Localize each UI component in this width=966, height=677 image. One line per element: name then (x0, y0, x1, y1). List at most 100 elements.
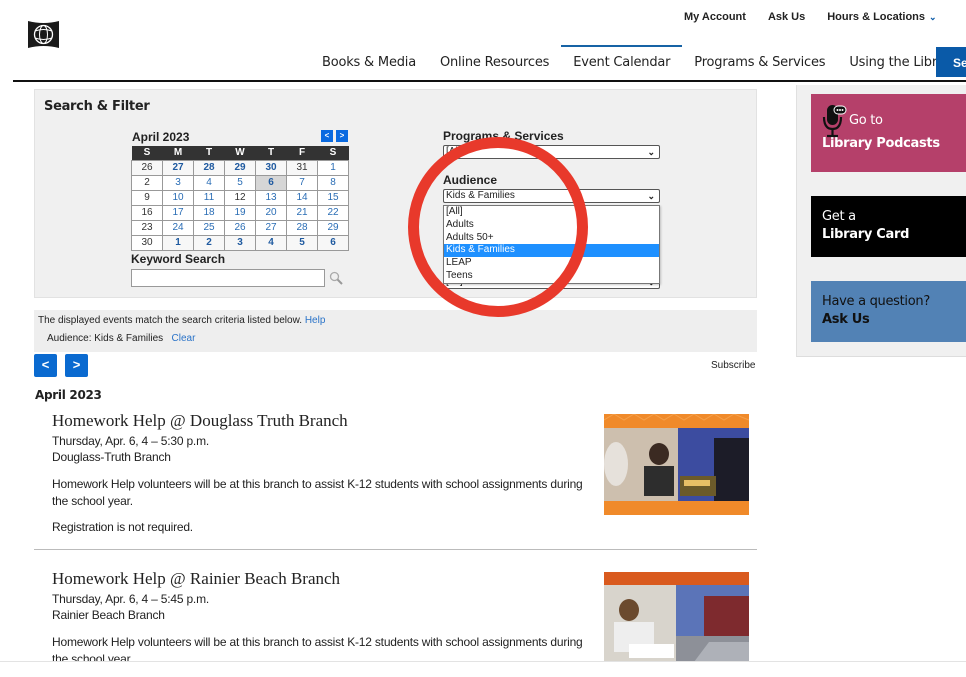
calendar-day[interactable]: 26 (224, 219, 256, 236)
calendar-day[interactable]: 3 (224, 234, 256, 251)
event-item: Homework Help @ Douglass Truth Branch Th… (52, 411, 612, 534)
nav-books-media[interactable]: Books & Media (310, 45, 428, 78)
calendar-day[interactable]: 11 (193, 189, 225, 206)
chevron-down-icon: ⌄ (647, 147, 655, 157)
criteria-text: The displayed events match the search cr… (38, 315, 303, 326)
programs-services-select[interactable]: [All] ⌄ (443, 145, 660, 159)
programs-services-label: Programs & Services (443, 129, 564, 143)
calendar-day[interactable]: 2 (193, 234, 225, 251)
calendar-prev-button[interactable]: < (321, 130, 333, 142)
calendar-day[interactable]: 9 (131, 189, 163, 206)
search-button[interactable]: Se (936, 47, 966, 77)
nav-event-calendar[interactable]: Event Calendar (561, 45, 683, 78)
hours-locations-link[interactable]: Hours & Locations ⌄ (827, 11, 958, 23)
calendar-day[interactable]: 14 (286, 189, 318, 206)
calendar-day[interactable]: 2 (131, 174, 163, 191)
weekday-header: T (193, 146, 225, 160)
mini-calendar: SMTWTFS 26 27 28 29 30 31 1 2 3 4 5 6 7 8 9 10 11 12 13 14 1… (131, 146, 349, 251)
calendar-day[interactable]: 12 (224, 189, 256, 206)
calendar-day: 31 (286, 159, 318, 176)
my-account-link[interactable]: My Account (684, 11, 746, 23)
calendar-day: 26 (131, 159, 163, 176)
audience-option[interactable]: Adults 50+ (444, 232, 659, 245)
calendar-day[interactable]: 6 (317, 234, 349, 251)
calendar-day[interactable]: 23 (131, 219, 163, 236)
keyword-search-input[interactable] (131, 269, 325, 287)
library-logo[interactable] (28, 19, 59, 49)
subscribe-link[interactable]: Subscribe (711, 360, 755, 371)
audience-option-selected[interactable]: Kids & Families (444, 244, 659, 258)
search-icon[interactable] (329, 271, 343, 285)
calendar-day[interactable]: 30 (131, 234, 163, 251)
event-item: Homework Help @ Rainier Beach Branch Thu… (52, 569, 612, 668)
promo-library-podcasts[interactable]: Go to Library Podcasts (811, 94, 966, 172)
calendar-day[interactable]: 27 (162, 159, 194, 176)
calendar-day[interactable]: 17 (162, 204, 194, 221)
chevron-down-icon: ⌄ (929, 12, 937, 22)
hours-locations-label: Hours & Locations (827, 11, 926, 23)
next-page-button[interactable]: > (65, 354, 88, 377)
calendar-day[interactable]: 1 (317, 159, 349, 176)
calendar-day[interactable]: 16 (131, 204, 163, 221)
event-divider (34, 549, 757, 550)
calendar-day[interactable]: 19 (224, 204, 256, 221)
calendar-day[interactable]: 27 (255, 219, 287, 236)
calendar-next-button[interactable]: > (336, 130, 348, 142)
calendar-day[interactable]: 18 (193, 204, 225, 221)
audience-value: Kids & Families (446, 190, 515, 201)
promo-library-card[interactable]: Get a Library Card (811, 196, 966, 257)
calendar-day[interactable]: 4 (255, 234, 287, 251)
clear-link[interactable]: Clear (172, 333, 196, 344)
chevron-down-icon: ⌄ (647, 191, 655, 201)
calendar-day[interactable]: 25 (193, 219, 225, 236)
calendar-day[interactable]: 10 (162, 189, 194, 206)
event-location: Douglass-Truth Branch (52, 450, 171, 464)
event-datetime: Thursday, Apr. 6, 4 – 5:45 p.m. (52, 592, 210, 606)
calendar-day[interactable]: 28 (193, 159, 225, 176)
event-title-link[interactable]: Homework Help @ Douglass Truth Branch (52, 411, 612, 431)
calendar-day[interactable]: 8 (317, 174, 349, 191)
promo-line1: Have a question? (822, 294, 930, 309)
promo-line1: Get a (822, 209, 856, 224)
event-title-link[interactable]: Homework Help @ Rainier Beach Branch (52, 569, 612, 589)
calendar-day-selected[interactable]: 6 (255, 174, 287, 191)
weekday-header: T (255, 146, 287, 160)
audience-label: Audience (443, 173, 498, 187)
calendar-day[interactable]: 3 (162, 174, 194, 191)
calendar-day[interactable]: 30 (255, 159, 287, 176)
event-description: Homework Help volunteers will be at this… (52, 477, 583, 508)
event-image[interactable] (604, 414, 749, 515)
event-location: Rainier Beach Branch (52, 608, 165, 622)
promo-ask-us[interactable]: Have a question? Ask Us (811, 281, 966, 342)
audience-option[interactable]: Teens (444, 270, 659, 283)
calendar-day[interactable]: 21 (286, 204, 318, 221)
event-image[interactable] (604, 572, 749, 664)
calendar-day[interactable]: 22 (317, 204, 349, 221)
calendar-day[interactable]: 7 (286, 174, 318, 191)
calendar-day[interactable]: 5 (286, 234, 318, 251)
help-link[interactable]: Help (305, 315, 326, 326)
calendar-day[interactable]: 24 (162, 219, 194, 236)
ask-us-link[interactable]: Ask Us (768, 11, 805, 23)
audience-option[interactable]: Adults (444, 219, 659, 232)
calendar-day[interactable]: 28 (286, 219, 318, 236)
audience-option[interactable]: [All] (444, 206, 659, 219)
prev-page-button[interactable]: < (34, 354, 57, 377)
nav-programs-services[interactable]: Programs & Services (682, 45, 837, 78)
audience-select[interactable]: Kids & Families ⌄ (443, 189, 660, 203)
calendar-day[interactable]: 13 (255, 189, 287, 206)
calendar-day[interactable]: 5 (224, 174, 256, 191)
nav-online-resources[interactable]: Online Resources (428, 45, 561, 78)
calendar-day[interactable]: 1 (162, 234, 194, 251)
calendar-day[interactable]: 15 (317, 189, 349, 206)
filter-title: Search & Filter (44, 99, 150, 114)
main-nav: Books & Media Online Resources Event Cal… (310, 45, 966, 78)
event-registration: Registration is not required. (52, 520, 193, 534)
programs-services-value: [All] (446, 146, 463, 157)
calendar-day[interactable]: 29 (317, 219, 349, 236)
calendar-day[interactable]: 4 (193, 174, 225, 191)
calendar-day[interactable]: 20 (255, 204, 287, 221)
library-globe-logo-icon (28, 21, 59, 48)
calendar-day[interactable]: 29 (224, 159, 256, 176)
audience-option[interactable]: LEAP (444, 257, 659, 270)
